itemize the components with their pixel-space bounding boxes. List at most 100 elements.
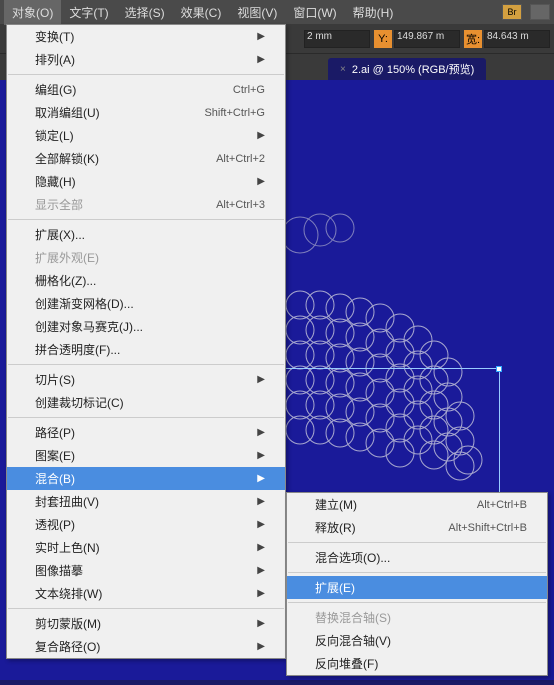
x-input[interactable]: 2 mm	[304, 30, 370, 48]
chevron-right-icon: ▶	[257, 496, 265, 507]
object-menu-item-label: 切片(S)	[35, 371, 75, 388]
chevron-right-icon: ▶	[257, 54, 265, 65]
object-menu-item-label: 隐藏(H)	[35, 173, 76, 190]
object-menu-item-label: 文本绕排(W)	[35, 585, 102, 602]
object-menu-item-label: 图案(E)	[35, 447, 75, 464]
object-menu-item-label: 创建渐变网格(D)...	[35, 295, 134, 312]
object-menu-item-1[interactable]: 排列(A)▶	[7, 48, 285, 71]
y-input[interactable]: 149.867 m	[394, 30, 460, 48]
object-menu-item-label: 剪切蒙版(M)	[35, 615, 101, 632]
object-menu-item-label: 创建裁切标记(C)	[35, 394, 124, 411]
blend-menu-item-5[interactable]: 扩展(E)	[287, 576, 547, 599]
blend-menu-item-3[interactable]: 混合选项(O)...	[287, 546, 547, 569]
object-menu-separator	[8, 608, 284, 609]
object-menu-shortcut: Shift+Ctrl+G	[204, 107, 265, 119]
object-menu-item-label: 路径(P)	[35, 424, 75, 441]
object-menu: 变换(T)▶排列(A)▶编组(G)Ctrl+G取消编组(U)Shift+Ctrl…	[6, 24, 286, 659]
menu-view[interactable]: 视图(V)	[229, 0, 285, 25]
object-menu-shortcut: Ctrl+G	[233, 84, 265, 96]
object-menu-item-label: 扩展(X)...	[35, 226, 85, 243]
chevron-right-icon: ▶	[257, 565, 265, 576]
chevron-right-icon: ▶	[257, 427, 265, 438]
menubar: 对象(O) 文字(T) 选择(S) 效果(C) 视图(V) 窗口(W) 帮助(H…	[0, 0, 554, 24]
object-menu-item-label: 取消编组(U)	[35, 104, 100, 121]
object-menu-item-label: 锁定(L)	[35, 127, 74, 144]
document-tab[interactable]: × 2.ai @ 150% (RGB/预览)	[328, 58, 486, 80]
object-menu-shortcut: Alt+Ctrl+2	[216, 153, 265, 165]
w-input[interactable]: 84.643 m	[484, 30, 550, 48]
object-menu-item-label: 实时上色(N)	[35, 539, 100, 556]
chevron-right-icon: ▶	[257, 641, 265, 652]
object-menu-item-12[interactable]: 栅格化(Z)...	[7, 269, 285, 292]
object-menu-item-11: 扩展外观(E)	[7, 246, 285, 269]
chevron-right-icon: ▶	[257, 473, 265, 484]
object-menu-item-23[interactable]: 封套扭曲(V) ▶	[7, 490, 285, 513]
object-menu-item-label: 封套扭曲(V)	[35, 493, 99, 510]
object-menu-item-18[interactable]: 创建裁切标记(C)	[7, 391, 285, 414]
blend-menu-item-8[interactable]: 反向混合轴(V)	[287, 629, 547, 652]
blend-menu-item-label: 反向混合轴(V)	[315, 632, 391, 649]
menu-type[interactable]: 文字(T)	[61, 0, 116, 25]
blend-menu-item-label: 建立(M)	[315, 496, 357, 513]
blend-menu-item-label: 反向堆叠(F)	[315, 655, 378, 672]
object-menu-item-27[interactable]: 文本绕排(W)▶	[7, 582, 285, 605]
menu-effect[interactable]: 效果(C)	[173, 0, 230, 25]
menu-help[interactable]: 帮助(H)	[345, 0, 402, 25]
blend-menu-item-0[interactable]: 建立(M) Alt+Ctrl+B	[287, 493, 547, 516]
object-menu-item-14[interactable]: 创建对象马赛克(J)...	[7, 315, 285, 338]
bridge-icon[interactable]: Br	[502, 4, 522, 20]
menu-object[interactable]: 对象(O)	[4, 0, 61, 25]
object-menu-separator	[8, 74, 284, 75]
object-menu-item-5[interactable]: 锁定(L)▶	[7, 124, 285, 147]
blend-menu-item-9[interactable]: 反向堆叠(F)	[287, 652, 547, 675]
object-menu-item-label: 拼合透明度(F)...	[35, 341, 120, 358]
blend-menu-item-label: 替换混合轴(S)	[315, 609, 391, 626]
chevron-right-icon: ▶	[257, 618, 265, 629]
chevron-right-icon: ▶	[257, 31, 265, 42]
object-menu-item-17[interactable]: 切片(S)▶	[7, 368, 285, 391]
object-menu-item-21[interactable]: 图案(E)▶	[7, 444, 285, 467]
object-menu-shortcut: Alt+Ctrl+3	[216, 199, 265, 211]
object-menu-item-label: 透视(P)	[35, 516, 75, 533]
object-menu-item-0[interactable]: 变换(T) ▶	[7, 25, 285, 48]
blend-menu-shortcut: Alt+Ctrl+B	[477, 499, 527, 511]
object-menu-item-label: 创建对象马赛克(J)...	[35, 318, 143, 335]
close-icon[interactable]: ×	[340, 64, 346, 75]
object-menu-item-24[interactable]: 透视(P)▶	[7, 513, 285, 536]
object-menu-item-15[interactable]: 拼合透明度(F)...	[7, 338, 285, 361]
object-menu-item-label: 栅格化(Z)...	[35, 272, 96, 289]
blend-menu-item-label: 释放(R)	[315, 519, 356, 536]
blend-menu-item-7: 替换混合轴(S)	[287, 606, 547, 629]
object-menu-item-8: 显示全部Alt+Ctrl+3	[7, 193, 285, 216]
object-menu-item-3[interactable]: 编组(G) Ctrl+G	[7, 78, 285, 101]
object-menu-item-20[interactable]: 路径(P) ▶	[7, 421, 285, 444]
object-menu-separator	[8, 417, 284, 418]
object-menu-item-10[interactable]: 扩展(X)...	[7, 223, 285, 246]
object-menu-item-4[interactable]: 取消编组(U) Shift+Ctrl+G	[7, 101, 285, 124]
handle-ne[interactable]	[496, 366, 502, 372]
object-menu-item-label: 复合路径(O)	[35, 638, 100, 655]
menu-window[interactable]: 窗口(W)	[285, 0, 344, 25]
blend-menu-shortcut: Alt+Shift+Ctrl+B	[448, 522, 527, 534]
blend-menu-separator	[288, 542, 546, 543]
object-menu-item-25[interactable]: 实时上色(N)▶	[7, 536, 285, 559]
object-menu-item-label: 编组(G)	[35, 81, 76, 98]
object-menu-item-6[interactable]: 全部解锁(K)Alt+Ctrl+2	[7, 147, 285, 170]
workspace-icon[interactable]	[530, 4, 550, 20]
object-menu-item-30[interactable]: 复合路径(O) ▶	[7, 635, 285, 658]
object-menu-item-26[interactable]: 图像描摹▶	[7, 559, 285, 582]
blend-menu-item-1[interactable]: 释放(R) Alt+Shift+Ctrl+B	[287, 516, 547, 539]
blend-menu-separator	[288, 572, 546, 573]
object-menu-item-7[interactable]: 隐藏(H)▶	[7, 170, 285, 193]
object-menu-item-label: 变换(T)	[35, 28, 74, 45]
object-menu-separator	[8, 364, 284, 365]
blend-submenu: 建立(M) Alt+Ctrl+B 释放(R) Alt+Shift+Ctrl+B 混合选项…	[286, 492, 548, 676]
object-menu-item-label: 混合(B)	[35, 470, 75, 487]
object-menu-item-29[interactable]: 剪切蒙版(M) ▶	[7, 612, 285, 635]
blend-menu-item-label: 混合选项(O)...	[315, 549, 390, 566]
menu-select[interactable]: 选择(S)	[117, 0, 173, 25]
object-menu-item-22[interactable]: 混合(B) ▶	[7, 467, 285, 490]
toolbar-x: 2 mm	[304, 30, 370, 48]
object-menu-item-13[interactable]: 创建渐变网格(D)...	[7, 292, 285, 315]
toolbar-w: 宽: 84.643 m	[464, 30, 550, 48]
